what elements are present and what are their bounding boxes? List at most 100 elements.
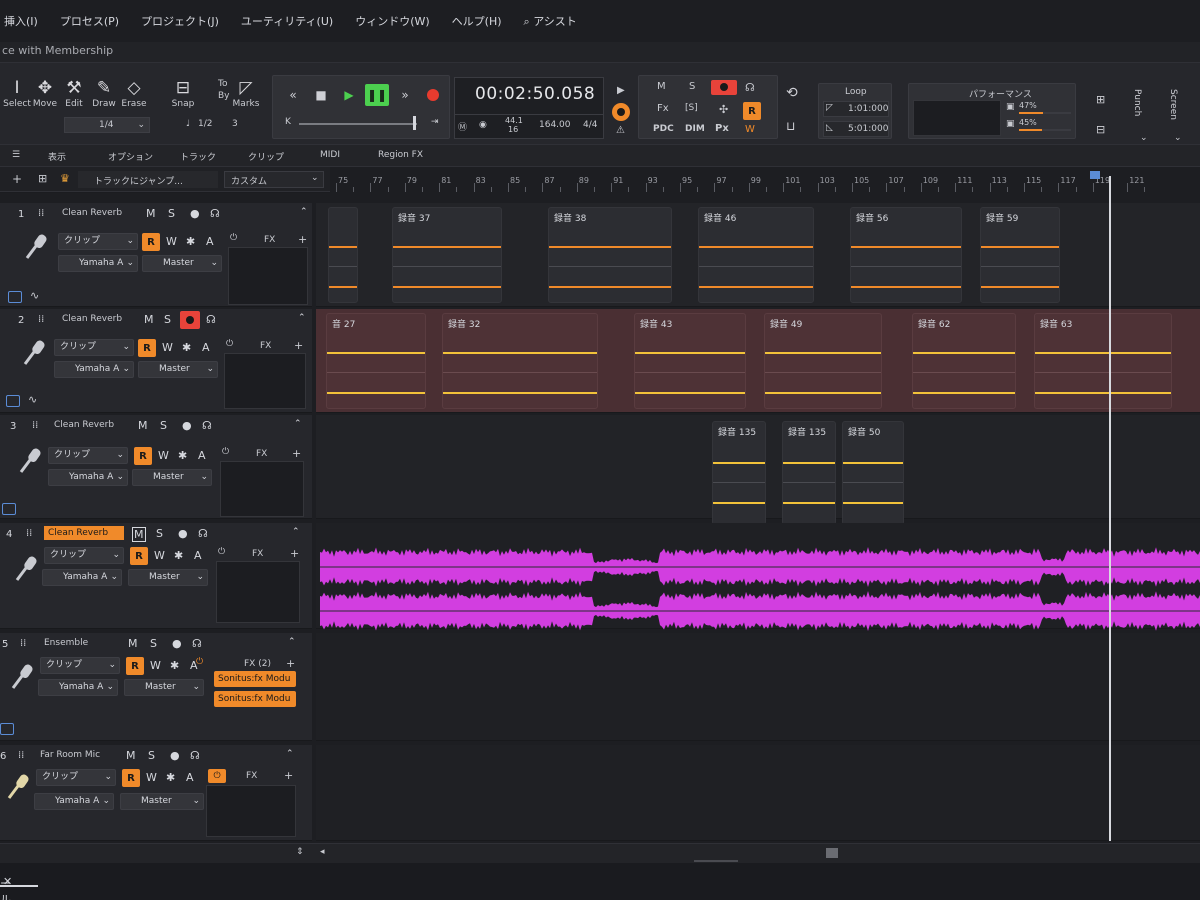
go-to-end-icon[interactable]: ⇥ (431, 117, 439, 127)
options-menu[interactable]: オプション (108, 150, 153, 163)
output-dropdown[interactable]: Master ⌄ (120, 793, 204, 810)
track-lane-1[interactable]: 録音 37 録音 38 録音 46 録音 56 録音 59 (316, 203, 1200, 307)
write-automation-button[interactable]: W (158, 449, 169, 462)
region-fx-menu[interactable]: Region FX (378, 150, 423, 160)
track-header-6[interactable]: 6 ⁞⁞ Far Room Mic M S ● ☊ ⌃ クリップ ⌄ R W ✱ … (0, 745, 312, 841)
solo-all-button[interactable]: S (689, 81, 695, 92)
transport-slider[interactable] (299, 123, 417, 125)
snap-value[interactable]: 1/2 (198, 119, 212, 129)
input-dropdown[interactable]: Yamaha A ⌄ (58, 255, 138, 272)
fx-bypass-button[interactable]: Fx (657, 103, 669, 114)
loop-start-field[interactable]: 1:01:000 ◸ (823, 101, 889, 117)
menu-help[interactable]: ヘルプ(H) (452, 13, 502, 29)
marks-value[interactable]: 3 (232, 119, 238, 129)
resize-grip[interactable] (694, 860, 738, 862)
collapse-icon[interactable]: ⌃ (288, 637, 296, 647)
scroll-left-icon[interactable]: ◂ (320, 847, 325, 857)
track-menu[interactable]: トラック (180, 150, 216, 163)
horizontal-scrollbar[interactable]: ⇕ ◂ (0, 843, 1200, 863)
write-automation-button[interactable]: W (150, 659, 161, 672)
mute-button[interactable]: M (138, 419, 148, 432)
hamburger-icon[interactable]: ☰ (12, 150, 20, 160)
collapse-icon[interactable]: ⌃ (298, 313, 306, 323)
track-header-5[interactable]: 5 ⁞⁞ Ensemble M S ● ☊ ⌃ クリップ ⌄ R W ✱ A Ya… (0, 633, 312, 741)
quantize-dropdown[interactable]: 1/4 ⌄ (64, 117, 150, 133)
zoom-in-icon[interactable]: ⊞ (1096, 93, 1105, 106)
snap-button[interactable]: ⊟ Snap (166, 77, 200, 109)
loop-toggle-icon[interactable]: ⟲ (786, 85, 798, 101)
power-icon[interactable]: ⏻ (196, 657, 203, 667)
record-arm-button[interactable]: ● (172, 637, 182, 650)
write-automation-button[interactable]: W (146, 771, 157, 784)
read-automation-button[interactable]: R (134, 447, 152, 465)
asterisk-icon[interactable]: ✱ (174, 549, 183, 562)
headphones-icon[interactable]: ☊ (210, 207, 220, 220)
track-lane-6[interactable] (316, 745, 1200, 841)
collapse-icon[interactable]: ⌃ (292, 527, 300, 537)
record-button[interactable] (421, 84, 445, 106)
input-dropdown[interactable]: Yamaha A ⌄ (34, 793, 114, 810)
archive-button[interactable]: A (206, 235, 214, 248)
fast-forward-button[interactable]: » (393, 84, 417, 106)
headphones-icon[interactable]: ☊ (190, 749, 200, 762)
record-arm-button[interactable]: ● (178, 527, 188, 540)
mute-button[interactable]: M (128, 637, 138, 650)
zoom-out-icon[interactable]: ⊟ (1096, 123, 1105, 136)
view-menu[interactable]: 表示 (48, 150, 66, 163)
zoom-vertical-icon[interactable]: ⇕ (296, 847, 304, 857)
px-button[interactable]: Px (715, 123, 729, 134)
clip[interactable]: 音 27 (326, 313, 426, 409)
preset-dropdown[interactable]: カスタム ⌄ (224, 171, 324, 188)
read-automation-button[interactable]: R (130, 547, 148, 565)
power-icon[interactable]: ⏻ (218, 547, 225, 557)
edit-tool[interactable]: ⚒ Edit (57, 77, 91, 109)
track-header-3[interactable]: 3 ⁞⁞ Clean Reverb M S ● ☊ ⌃ クリップ ⌄ R W ✱ … (0, 415, 312, 519)
menu-process[interactable]: プロセス(P) (60, 13, 119, 29)
snap-by-label[interactable]: By (218, 91, 230, 101)
headphones-icon[interactable]: ☊ (198, 527, 208, 540)
pause-button[interactable]: ❚❚ (365, 84, 389, 106)
headphones-icon[interactable]: ☊ (745, 81, 755, 94)
chevron-down-icon[interactable]: ⌄ (1174, 133, 1182, 143)
drag-handle-icon[interactable]: ⁞⁞ (38, 314, 44, 325)
track-lane-4[interactable] (316, 523, 1200, 631)
audio-waveform[interactable] (320, 543, 1200, 637)
screen-button[interactable]: Screen (1168, 89, 1178, 120)
track-mode-dropdown[interactable]: クリップ ⌄ (58, 233, 138, 250)
list-icon[interactable] (6, 395, 20, 407)
snap-to-label[interactable]: To (218, 79, 227, 89)
add-folder-icon[interactable]: ⊞ (38, 172, 47, 185)
track-name[interactable]: Clean Reverb (50, 418, 118, 432)
clip[interactable]: 録音 46 (698, 207, 814, 303)
headphones-icon[interactable]: ☊ (202, 419, 212, 432)
punch-button[interactable]: Punch (1132, 89, 1142, 116)
loop-range-icon[interactable]: ⊔ (786, 119, 795, 133)
power-icon[interactable]: ⏻ (230, 233, 237, 243)
track-name[interactable]: Clean Reverb (58, 206, 126, 220)
headphones-icon[interactable]: ☊ (192, 637, 202, 650)
performance-meter[interactable] (913, 100, 1001, 136)
play-button[interactable]: ▶ (337, 84, 361, 106)
timeline-ruler[interactable]: 75 77 79 81 83 85 87 89 91 93 95 97 99 101 103 105 107 10… (330, 167, 1200, 193)
read-automation-button[interactable]: R (126, 657, 144, 675)
loop-end-field[interactable]: 5:01:000 ◺ (823, 121, 889, 137)
clip[interactable]: 録音 50 (842, 421, 904, 525)
output-dropdown[interactable]: Master ⌄ (132, 469, 212, 486)
write-automation-button[interactable]: W (154, 549, 165, 562)
midi-menu[interactable]: MIDI (320, 150, 340, 160)
fx-bin[interactable] (206, 785, 296, 837)
record-arm-button[interactable]: ● (182, 419, 192, 432)
solo-button[interactable]: S (148, 749, 155, 762)
record-arm-button[interactable]: ● (170, 749, 180, 762)
archive-button[interactable]: A (186, 771, 194, 784)
automation-icon[interactable]: ∿ (28, 393, 37, 406)
track-mode-dropdown[interactable]: クリップ ⌄ (54, 339, 134, 356)
clip[interactable]: 録音 43 (634, 313, 746, 409)
erase-tool[interactable]: ◇ Erase (117, 77, 151, 109)
clip[interactable]: 録音 32 (442, 313, 598, 409)
record-arm-button[interactable]: ● (190, 207, 200, 220)
track-lane-5[interactable] (316, 633, 1200, 741)
track-lane-3[interactable]: 録音 135 録音 135 録音 50 (316, 415, 1200, 525)
mute-button[interactable]: M (126, 749, 136, 762)
crown-icon[interactable]: ♛ (60, 172, 70, 185)
